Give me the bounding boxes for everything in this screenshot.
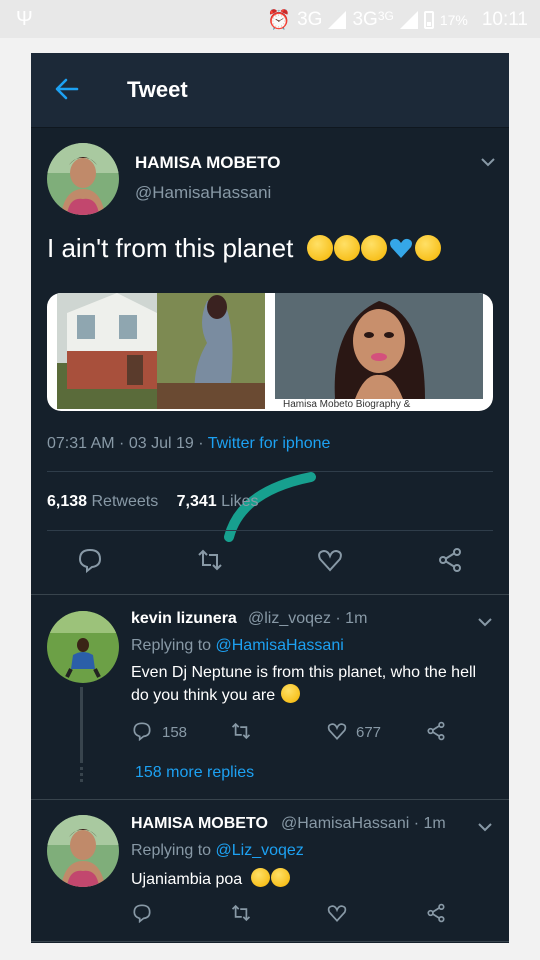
thread-dot: [80, 779, 83, 782]
reply-actions: 158 677: [31, 721, 509, 761]
reply-author-handle[interactable]: @HamisaHassani · 1m: [281, 815, 446, 833]
reply-avatar[interactable]: [47, 815, 119, 887]
reply-author-name[interactable]: HAMISA MOBETO: [131, 815, 268, 833]
tweet-timestamp: 07:31 AM · 03 Jul 19 · Twitter for iphon…: [47, 435, 330, 453]
reply-text: Ujaniambia poa: [131, 868, 290, 891]
status-bar: Ψ ⏰ 3G 3G 3G 17% 10:11: [0, 0, 540, 38]
signal-icon-2: [399, 11, 418, 29]
reply-actions: [31, 903, 509, 943]
divider: [47, 471, 493, 472]
replying-to: Replying to @HamisaHassani: [131, 637, 344, 655]
clock: 10:11: [481, 9, 528, 30]
tweet-body: I ain't from this planet: [47, 233, 294, 263]
likes-count[interactable]: 7,341: [177, 493, 217, 510]
chevron-down-icon[interactable]: [480, 157, 496, 167]
author-handle[interactable]: @HamisaHassani: [135, 183, 271, 203]
reply-author-name[interactable]: kevin lizunera: [131, 610, 237, 628]
reply-text: Even Dj Neptune is from this planet, who…: [131, 661, 491, 707]
alarm-icon: ⏰: [267, 10, 292, 31]
back-arrow-icon[interactable]: [53, 75, 81, 103]
heart-eyes-icon: [360, 235, 387, 261]
replying-to-link[interactable]: @Liz_voqez: [216, 842, 304, 859]
share-icon[interactable]: [426, 721, 446, 741]
author-avatar[interactable]: [47, 143, 119, 215]
retweets-count[interactable]: 6,138: [47, 493, 87, 510]
thread-dot: [80, 773, 83, 776]
winking-face-icon: [250, 868, 270, 887]
replying-to: Replying to @Liz_voqez: [131, 842, 304, 860]
reply-author-handle[interactable]: @liz_voqez · 1m: [248, 610, 367, 628]
tweet-actions: [31, 547, 509, 587]
retweet-icon[interactable]: [231, 721, 251, 741]
reply-icon[interactable]: [77, 547, 103, 574]
tweet-stats: 6,138 Retweets 7,341 Likes: [47, 493, 259, 511]
replying-prefix: Replying to: [131, 842, 216, 859]
media-card[interactable]: Hamisa Mobeto Biography &: [47, 293, 493, 411]
chevron-down-icon[interactable]: [477, 822, 493, 832]
grinning-face-icon: [306, 235, 333, 261]
network-label-1: 3G: [297, 9, 323, 30]
tweet-text: I ain't from this planet: [47, 233, 441, 264]
retweet-icon[interactable]: [197, 547, 223, 573]
like-icon[interactable]: [327, 903, 347, 923]
usb-icon: Ψ: [16, 8, 33, 30]
tweet-time: 07:31 AM · 03 Jul 19 ·: [47, 435, 208, 452]
grinning-face-icon: [333, 235, 360, 261]
network-sup: 3G: [377, 9, 394, 23]
tweet-source-link[interactable]: Twitter for iphone: [208, 435, 331, 452]
likes-label[interactable]: Likes: [221, 493, 258, 510]
like-icon[interactable]: [317, 547, 343, 573]
reply-count: 158: [162, 724, 188, 741]
tweet-screen: Tweet HAMISA MOBETO @HamisaHassani I ain…: [31, 53, 509, 943]
reply-avatar[interactable]: [47, 611, 119, 683]
card-caption: Hamisa Mobeto Biography &: [283, 399, 411, 410]
retweet-icon[interactable]: [231, 903, 251, 923]
replying-prefix: Replying to: [131, 637, 216, 654]
section-separator: [31, 941, 509, 942]
app-header: Tweet: [31, 53, 509, 128]
thread-dot: [80, 767, 83, 770]
reply-body: Ujaniambia poa: [131, 871, 243, 888]
battery-icon: [423, 11, 434, 29]
blue-heart-icon: [388, 235, 414, 261]
grimacing-face-icon: [280, 684, 300, 703]
chevron-down-icon[interactable]: [477, 617, 493, 627]
house-photo[interactable]: [57, 293, 265, 409]
section-separator: [31, 799, 509, 800]
signal-icon: [328, 11, 347, 29]
like-count: 677: [356, 724, 382, 741]
reply-icon[interactable]: [132, 903, 152, 924]
reply-body: Even Dj Neptune is from this planet, who…: [131, 664, 477, 704]
reply-icon[interactable]: [132, 721, 152, 742]
portrait-photo[interactable]: [275, 293, 483, 399]
battery-level: 17%: [439, 12, 468, 28]
kissing-heart-icon: [414, 235, 441, 261]
page-title: Tweet: [127, 77, 188, 102]
share-icon[interactable]: [437, 547, 463, 573]
divider: [47, 530, 493, 531]
network-label-2: 3G: [352, 9, 378, 30]
replying-to-link[interactable]: @HamisaHassani: [216, 637, 344, 654]
section-separator: [31, 594, 509, 595]
author-name[interactable]: HAMISA MOBETO: [135, 153, 280, 173]
like-icon[interactable]: [327, 721, 347, 741]
winking-face-icon: [270, 868, 290, 887]
retweets-label[interactable]: Retweets: [92, 493, 159, 510]
share-icon[interactable]: [426, 903, 446, 923]
more-replies-link[interactable]: 158 more replies: [135, 764, 254, 782]
